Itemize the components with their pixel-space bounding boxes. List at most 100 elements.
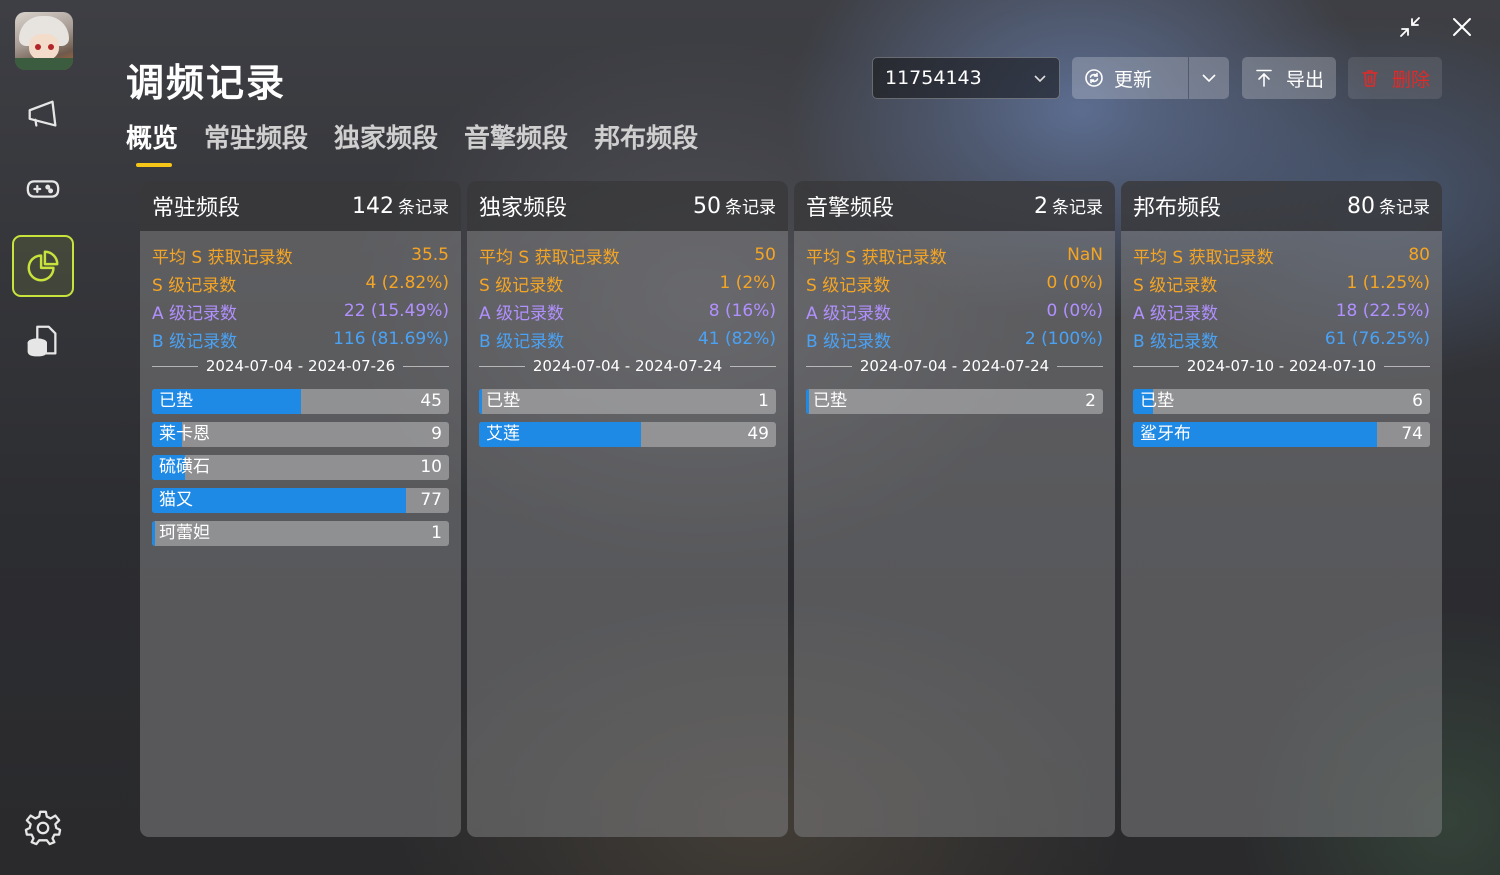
pity-bar-value: 10 (420, 457, 442, 477)
pity-bar-name: 莱卡恩 (159, 424, 210, 444)
stat-row-b: B 级记录数 116 (81.69%) (152, 325, 449, 353)
record-count-value: 80 (1347, 194, 1375, 219)
card-title: 邦布频段 (1133, 196, 1222, 221)
stat-value: 80 (1408, 245, 1430, 265)
date-range: 2024-07-04 - 2024-07-26 (152, 357, 450, 375)
export-label: 导出 (1286, 68, 1325, 91)
record-count-value: 142 (352, 194, 394, 219)
stat-value: NaN (1067, 245, 1103, 265)
pity-bar-value: 1 (758, 391, 769, 411)
pity-bar-value: 45 (420, 391, 442, 411)
nav-export[interactable] (12, 310, 74, 372)
pity-bar: 艾莲 49 (479, 422, 776, 447)
stat-label: A 级记录数 (1133, 303, 1219, 324)
stat-row-avg: 平均 S 获取记录数 80 (1133, 241, 1430, 269)
card-header: 邦布频段 80 条记录 (1121, 181, 1442, 231)
export-button[interactable]: 导出 (1242, 57, 1336, 99)
refresh-icon (1085, 69, 1103, 87)
nav-gacha-records[interactable] (12, 235, 74, 297)
chevron-down-icon (1034, 75, 1046, 83)
uid-select[interactable]: 11754143 (872, 57, 1060, 99)
stat-value: 0 (0%) (1046, 273, 1103, 293)
stat-label: A 级记录数 (806, 303, 892, 324)
record-count-unit: 条记录 (398, 198, 449, 218)
pity-bar: 猫又 77 (152, 488, 449, 513)
close-window-button[interactable] (1449, 14, 1475, 40)
stat-row-b: B 级记录数 2 (100%) (806, 325, 1103, 353)
card-stats: 平均 S 获取记录数 NaN S 级记录数 0 (0%) A 级记录数 0 (0%) B 级… (794, 231, 1115, 353)
stat-value: 8 (16%) (708, 301, 776, 321)
tab-exclusive[interactable]: 独家频段 (334, 118, 438, 167)
pity-bar-name: 珂蕾妲 (159, 523, 210, 543)
stat-value: 22 (15.49%) (343, 301, 449, 321)
card-stats: 平均 S 获取记录数 35.5 S 级记录数 4 (2.82%) A 级记录数 22 (1… (140, 231, 461, 353)
pity-bar-name: 猫又 (159, 490, 193, 510)
settings-button[interactable] (12, 796, 74, 858)
card-header: 常驻频段 142 条记录 (140, 181, 461, 231)
stat-label: S 级记录数 (806, 275, 891, 296)
stat-value: 18 (22.5%) (1335, 301, 1430, 321)
page-title: 调频记录 (126, 61, 287, 105)
pity-bar-list: 已垫 2 (794, 389, 1115, 414)
nav-announcement[interactable] (12, 84, 74, 146)
pity-bar-value: 6 (1412, 391, 1423, 411)
stat-row-s: S 级记录数 0 (0%) (806, 269, 1103, 297)
pity-bar-name: 已垫 (813, 391, 847, 411)
stat-row-a: A 级记录数 8 (16%) (479, 297, 776, 325)
card-header: 音擎频段 2 条记录 (794, 181, 1115, 231)
record-count: 50 条记录 (693, 193, 776, 219)
collapse-arrows-icon (1400, 17, 1420, 37)
card-stats: 平均 S 获取记录数 80 S 级记录数 1 (1.25%) A 级记录数 18 (22.… (1121, 231, 1442, 353)
nav-game[interactable] (12, 158, 74, 220)
pity-bar: 已垫 6 (1133, 389, 1430, 414)
delete-button[interactable]: 删除 (1348, 57, 1442, 99)
stat-value: 1 (1.25%) (1346, 273, 1431, 293)
pity-bar-name: 已垫 (1140, 391, 1174, 411)
stat-value: 35.5 (411, 245, 449, 265)
pity-bar-list: 已垫 1 艾莲 49 (467, 389, 788, 447)
tab-overview[interactable]: 概览 (126, 118, 178, 167)
avatar[interactable] (15, 12, 73, 70)
record-count: 2 条记录 (1034, 193, 1103, 219)
refresh-button[interactable]: 更新 (1072, 57, 1188, 99)
pity-bar-value: 1 (431, 523, 442, 543)
gear-icon (24, 810, 62, 846)
stat-row-s: S 级记录数 1 (2%) (479, 269, 776, 297)
card-stats: 平均 S 获取记录数 50 S 级记录数 1 (2%) A 级记录数 8 (16%) B 级… (467, 231, 788, 353)
stat-label: 平均 S 获取记录数 (152, 247, 293, 268)
pity-bar-fill (479, 389, 482, 414)
record-count-unit: 条记录 (725, 198, 776, 218)
card-header: 独家频段 50 条记录 (467, 181, 788, 231)
pity-bar-list: 已垫 6 鲨牙布 74 (1121, 389, 1442, 447)
banner-card: 独家频段 50 条记录 平均 S 获取记录数 50 S 级记录数 1 (2%) A 级记录数 8… (467, 181, 788, 837)
stat-row-avg: 平均 S 获取记录数 NaN (806, 241, 1103, 269)
record-count-unit: 条记录 (1052, 198, 1103, 218)
close-icon (1453, 18, 1471, 36)
date-range: 2024-07-04 - 2024-07-24 (806, 357, 1104, 375)
stat-label: A 级记录数 (479, 303, 565, 324)
stat-value: 41 (82%) (697, 329, 776, 349)
record-count: 80 条记录 (1347, 193, 1430, 219)
pity-bar-value: 9 (431, 424, 442, 444)
tab-standard[interactable]: 常驻频段 (204, 118, 308, 167)
pity-bar-name: 鲨牙布 (1140, 424, 1191, 444)
record-count-value: 2 (1034, 194, 1048, 219)
minimize-window-button[interactable] (1397, 14, 1423, 40)
refresh-dropdown-button[interactable] (1189, 57, 1229, 99)
tab-w-engine[interactable]: 音擎频段 (464, 118, 568, 167)
stat-label: 平均 S 获取记录数 (479, 247, 620, 268)
stat-label: B 级记录数 (1133, 331, 1219, 352)
pity-bar-fill (806, 389, 809, 414)
sidebar (0, 0, 88, 875)
stat-row-b: B 级记录数 41 (82%) (479, 325, 776, 353)
card-title: 独家频段 (479, 196, 568, 221)
stat-label: S 级记录数 (152, 275, 237, 296)
tab-bangboo[interactable]: 邦布频段 (594, 118, 698, 167)
stat-row-s: S 级记录数 4 (2.82%) (152, 269, 449, 297)
stat-value: 116 (81.69%) (333, 329, 449, 349)
stat-label: B 级记录数 (479, 331, 565, 352)
stat-value: 2 (100%) (1024, 329, 1103, 349)
date-range-text: 2024-07-04 - 2024-07-24 (859, 357, 1050, 375)
stat-value: 0 (0%) (1046, 301, 1103, 321)
stat-label: A 级记录数 (152, 303, 238, 324)
